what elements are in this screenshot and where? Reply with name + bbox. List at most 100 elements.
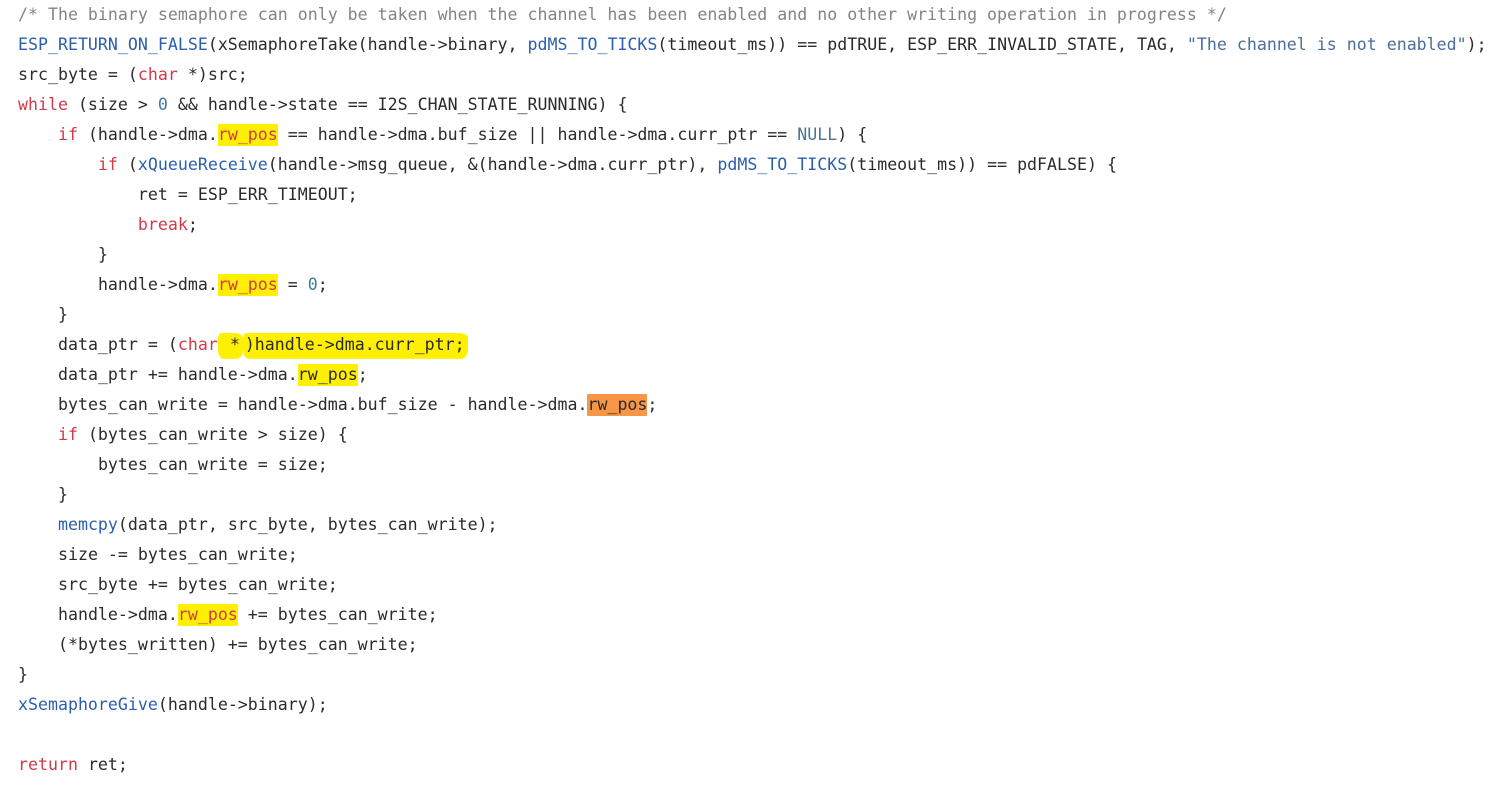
code-token: bytes_can_write = size; (97, 455, 328, 474)
code-line: xSemaphoreGive(handle->binary); (0, 690, 1504, 720)
code-line: handle->dma.rw_pos += bytes_can_write; (0, 600, 1504, 630)
code-token: *)src; (177, 65, 248, 84)
code-token: break (137, 215, 188, 234)
code-token: (data_ptr, src_byte, bytes_can_write); (117, 515, 498, 534)
code-token: memcpy (57, 515, 118, 534)
code-token: (xSemaphoreTake(handle->binary, (207, 35, 528, 54)
code-token: handle->dma. (57, 605, 178, 624)
code-line: return ret; (0, 750, 1504, 780)
code-line: while (size > 0 && handle->state == I2S_… (0, 90, 1504, 120)
code-token: data_ptr = ( (57, 335, 178, 354)
code-token: ret; (77, 755, 128, 774)
code-line: } (0, 300, 1504, 330)
code-token: char (137, 65, 178, 84)
code-token: = (277, 275, 308, 294)
yellow-highlight: rw_pos (177, 604, 238, 626)
code-token: } (97, 245, 108, 264)
code-line: handle->dma.rw_pos = 0; (0, 270, 1504, 300)
code-line: ESP_RETURN_ON_FALSE(xSemaphoreTake(handl… (0, 30, 1504, 60)
code-token: ); (1466, 35, 1487, 54)
code-line: ret = ESP_ERR_TIMEOUT; (0, 180, 1504, 210)
yellow-highlight: rw_pos (217, 124, 278, 146)
code-token: ; (357, 365, 368, 384)
code-token: src_byte += bytes_can_write; (57, 575, 338, 594)
code-line: if (xQueueReceive(handle->msg_queue, &(h… (0, 150, 1504, 180)
yellow-highlight: rw_pos (217, 274, 278, 296)
code-line: } (0, 660, 1504, 690)
code-token: ESP_RETURN_ON_FALSE (18, 35, 208, 54)
code-token: NULL (797, 125, 838, 144)
code-token: 0 (307, 275, 318, 294)
code-token: (timeout_ms)) == pdFALSE) { (847, 155, 1117, 174)
code-token: (size > (67, 95, 158, 114)
code-token: if (97, 155, 118, 174)
code-token: char (177, 335, 218, 354)
code-token: /* The binary semaphore can only be take… (18, 5, 1227, 24)
orange-highlight: rw_pos (587, 394, 648, 416)
code-token: (handle->msg_queue, &(handle->dma.curr_p… (267, 155, 718, 174)
code-token: (handle->binary); (157, 695, 328, 714)
code-token: while (18, 95, 68, 114)
code-line: (*bytes_written) += bytes_can_write; (0, 630, 1504, 660)
code-token: } (18, 665, 28, 684)
code-token: } (57, 305, 68, 324)
code-token: += bytes_can_write; (237, 605, 438, 624)
code-token: ret = ESP_ERR_TIMEOUT; (137, 185, 358, 204)
code-token: pdMS_TO_TICKS (527, 35, 658, 54)
code-line: /* The binary semaphore can only be take… (0, 0, 1504, 30)
code-token: } (57, 485, 68, 504)
code-line: if (handle->dma.rw_pos == handle->dma.bu… (0, 120, 1504, 150)
code-token: ; (647, 395, 658, 414)
code-token: return (18, 755, 78, 774)
code-line: data_ptr = (char *)handle->dma.curr_ptr; (0, 330, 1504, 360)
code-token: pdMS_TO_TICKS (717, 155, 848, 174)
code-line: } (0, 240, 1504, 270)
code-token: && handle->state == I2S_CHAN_STATE_RUNNI… (167, 95, 628, 114)
code-token: if (57, 125, 78, 144)
code-token: handle->dma. (97, 275, 218, 294)
code-token: data_ptr += handle->dma. (57, 365, 298, 384)
yellow-highlight: rw_pos (297, 364, 358, 386)
code-line: bytes_can_write = handle->dma.buf_size -… (0, 390, 1504, 420)
code-token: if (57, 425, 78, 444)
code-line: } (0, 480, 1504, 510)
code-token: 0 (157, 95, 168, 114)
code-line: src_byte = (char *)src; (0, 60, 1504, 90)
code-line: memcpy(data_ptr, src_byte, bytes_can_wri… (0, 510, 1504, 540)
code-token: ; (317, 275, 328, 294)
code-token: (timeout_ms)) == pdTRUE, ESP_ERR_INVALID… (657, 35, 1187, 54)
code-line: bytes_can_write = size; (0, 450, 1504, 480)
code-line: break; (0, 210, 1504, 240)
marker-highlight: )handle->dma.curr_ptr; (242, 333, 468, 357)
code-token: (*bytes_written) += bytes_can_write; (57, 635, 418, 654)
marker-highlight: * (217, 333, 243, 357)
code-token: xSemaphoreGive (18, 695, 158, 714)
code-line: size -= bytes_can_write; (0, 540, 1504, 570)
code-line: data_ptr += handle->dma.rw_pos; (0, 360, 1504, 390)
code-token: size -= bytes_can_write; (57, 545, 298, 564)
code-token: ; (187, 215, 198, 234)
code-viewer[interactable]: /* The binary semaphore can only be take… (0, 0, 1504, 780)
code-token: (handle->dma. (77, 125, 218, 144)
code-token: bytes_can_write = handle->dma.buf_size -… (57, 395, 588, 414)
code-token: src_byte = ( (18, 65, 138, 84)
code-token: xQueueReceive (137, 155, 268, 174)
